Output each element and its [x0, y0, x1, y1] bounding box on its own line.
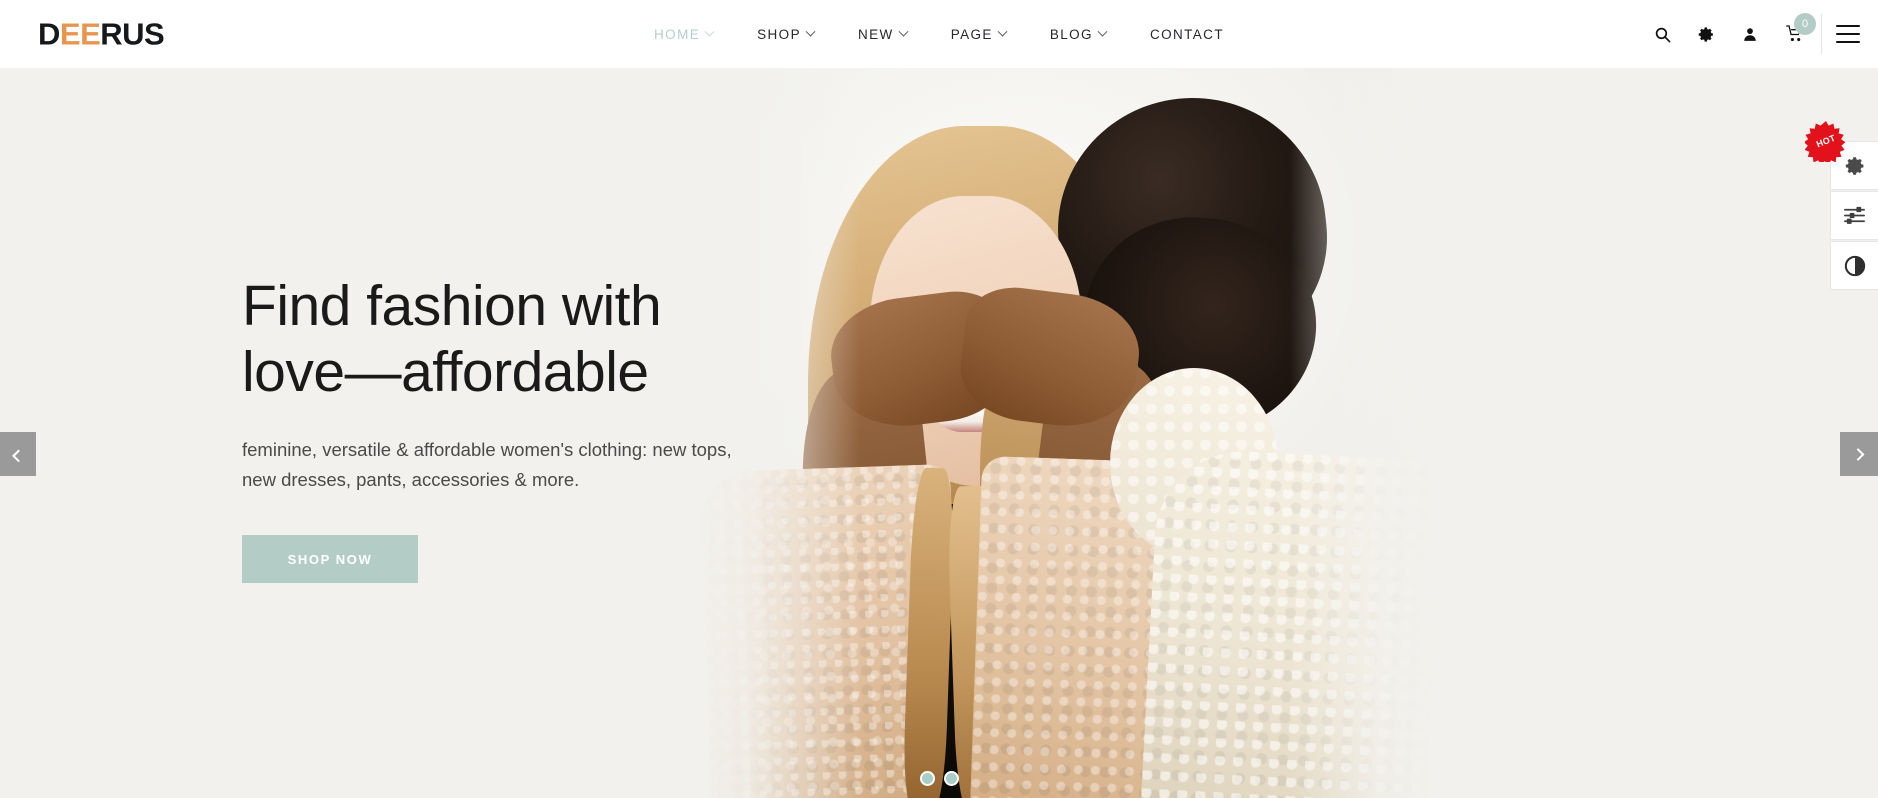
contrast-toggle-button[interactable]	[1830, 241, 1878, 290]
nav-item-blog[interactable]: BLOG	[1028, 0, 1128, 68]
carousel-prev-button[interactable]	[0, 432, 36, 476]
user-icon[interactable]	[1740, 24, 1760, 44]
nav-label: NEW	[857, 26, 894, 42]
hot-badge: HOT	[1805, 120, 1847, 162]
image-fade-right	[1290, 68, 1440, 798]
carousel-next-button[interactable]	[1840, 432, 1878, 476]
nav-label: BLOG	[1049, 26, 1093, 42]
burger-line	[1836, 25, 1860, 28]
hero-content: Find fashion with love—affordable femini…	[242, 273, 802, 584]
nav-label: CONTACT	[1149, 26, 1224, 42]
hero-subtitle-line-1: feminine, versatile & affordable women's…	[242, 439, 687, 461]
nav-label: SHOP	[757, 26, 801, 42]
hero-subtitle: feminine, versatile & affordable women's…	[242, 435, 747, 495]
site-header: DEERUS HOME SHOP NEW PAGE BLOG CONTACT 0	[0, 0, 1878, 68]
carousel-dot-2[interactable]	[943, 771, 959, 786]
chevron-left-icon	[11, 449, 25, 462]
chevron-down-icon	[898, 26, 909, 37]
nav-item-page[interactable]: PAGE	[929, 0, 1028, 68]
header-divider	[1821, 14, 1822, 54]
burger-line	[1836, 40, 1860, 43]
carousel-dot-1[interactable]	[919, 771, 935, 786]
nav-item-shop[interactable]: SHOP	[735, 0, 836, 68]
gear-icon[interactable]	[1696, 24, 1716, 44]
hero-title: Find fashion with love—affordable	[242, 273, 802, 405]
carousel-pagination	[0, 771, 1878, 786]
header-icon-group: 0	[1652, 0, 1816, 68]
hero-carousel: Find fashion with love—affordable femini…	[0, 68, 1878, 798]
sliders-icon	[1844, 206, 1865, 224]
chevron-down-icon	[997, 26, 1008, 37]
nav-item-contact[interactable]: CONTACT	[1128, 0, 1246, 68]
hero-title-line-2: love—affordable	[242, 340, 649, 405]
chevron-right-icon	[1851, 447, 1864, 461]
theme-settings-button[interactable]: HOT	[1805, 121, 1878, 190]
chevron-down-icon	[805, 26, 816, 37]
nav-item-home[interactable]: HOME	[632, 0, 735, 68]
hamburger-menu-icon[interactable]	[1836, 25, 1860, 43]
theme-options-toolbar: HOT	[1805, 121, 1878, 290]
nav-label: HOME	[654, 26, 701, 42]
search-icon[interactable]	[1652, 24, 1672, 44]
burger-line	[1836, 32, 1860, 36]
layout-options-button[interactable]	[1830, 191, 1878, 240]
cart-count-badge: 0	[1794, 13, 1816, 35]
nav-item-new[interactable]: NEW	[836, 0, 929, 68]
nav-label: PAGE	[950, 26, 993, 42]
chevron-down-icon	[1097, 26, 1108, 37]
chevron-down-icon	[704, 26, 715, 37]
hero-title-line-1: Find fashion with	[242, 274, 662, 338]
main-navigation: HOME SHOP NEW PAGE BLOG CONTACT	[0, 0, 1878, 68]
cart-icon[interactable]: 0	[1784, 13, 1816, 44]
contrast-icon	[1844, 255, 1865, 276]
shop-now-button[interactable]: SHOP NOW	[242, 535, 418, 584]
